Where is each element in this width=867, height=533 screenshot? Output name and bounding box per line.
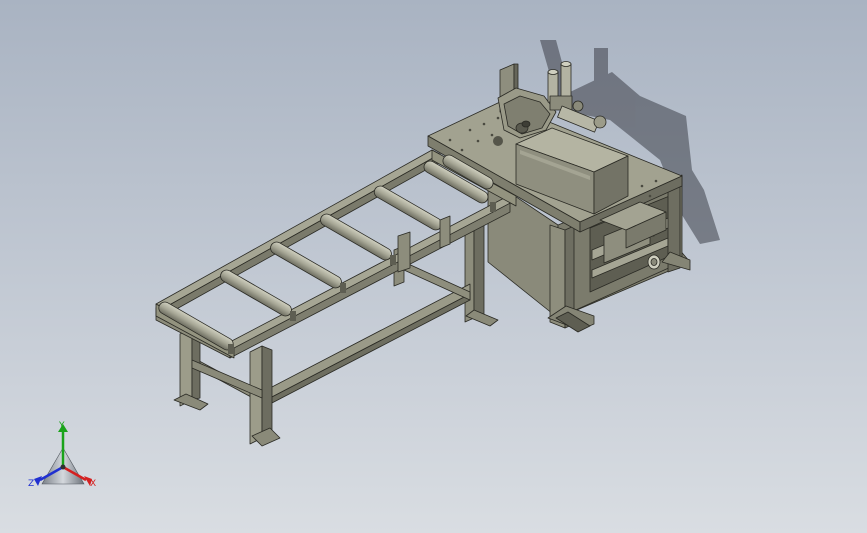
- axis-triad: Y X Z: [28, 421, 96, 489]
- x-axis-label: X: [90, 479, 96, 489]
- triad-origin: [60, 464, 66, 470]
- z-axis-label: Z: [28, 479, 34, 489]
- cad-viewport[interactable]: Y X Z: [0, 0, 867, 533]
- z-axis-arrow: [34, 476, 42, 486]
- assembly-drawing: Y X Z: [28, 40, 720, 489]
- y-axis-label: Y: [58, 421, 65, 431]
- roller-conveyor[interactable]: [155, 149, 517, 447]
- rollers: [158, 154, 494, 351]
